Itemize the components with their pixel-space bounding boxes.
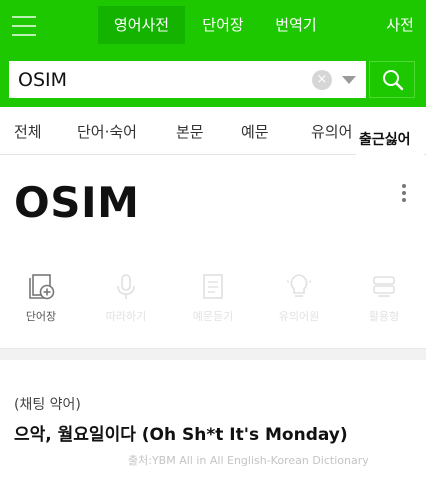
overlay-caption: 출근싫어 xyxy=(356,125,424,155)
category-tab-examples[interactable]: 예문 xyxy=(241,121,269,142)
tab-english-dictionary[interactable]: 영어사전 xyxy=(98,6,185,44)
tab-translator[interactable]: 번역기 xyxy=(267,6,325,44)
category-tab-synonyms[interactable]: 유의어 xyxy=(311,121,352,142)
search-input[interactable] xyxy=(9,61,299,98)
category-tab-all[interactable]: 전체 xyxy=(14,121,42,142)
repeat-after-button[interactable]: 따라하기 xyxy=(96,262,156,332)
document-icon xyxy=(203,274,223,299)
add-to-wordbook-button[interactable]: 단어장 xyxy=(11,262,71,332)
stack-icon xyxy=(373,276,395,297)
category-tab-body[interactable]: 본문 xyxy=(176,121,204,142)
add-to-wordbook-icon xyxy=(29,274,55,300)
dictionary-source[interactable]: 출처:YBM All in All English-Korean Diction… xyxy=(128,452,369,468)
top-navigation-bar: 영어사전 단어장 번역기 사전 xyxy=(0,0,426,52)
synonym-origin-button[interactable]: 유의어원 xyxy=(269,262,329,332)
action-label: 활용형 xyxy=(368,310,400,323)
entry-word: OSIM xyxy=(14,178,140,227)
hamburger-menu-icon[interactable] xyxy=(12,13,36,39)
section-divider xyxy=(0,348,426,360)
part-of-speech: (채팅 약어) xyxy=(14,397,81,413)
action-label: 유의어원 xyxy=(278,310,320,323)
microphone-icon xyxy=(117,274,135,299)
clear-icon[interactable]: × xyxy=(312,70,332,90)
search-bar: × xyxy=(0,52,426,107)
action-label: 단어장 xyxy=(25,310,57,323)
tab-wordbook[interactable]: 단어장 xyxy=(194,6,252,44)
entry-actions: 단어장 따라하기 예문듣기 유의어원 활용형 xyxy=(0,262,426,340)
action-label: 예문듣기 xyxy=(192,310,234,323)
listen-examples-button[interactable]: 예문듣기 xyxy=(183,262,243,332)
search-field-container: × xyxy=(9,61,366,98)
action-label: 따라하기 xyxy=(105,310,147,323)
category-tab-words-idioms[interactable]: 단어·숙어 xyxy=(77,121,137,142)
tab-dictionary[interactable]: 사전 xyxy=(380,6,420,44)
definition-text: 으악, 월요일이다 (Oh Sh*t It's Monday) xyxy=(14,425,348,445)
chevron-down-icon[interactable] xyxy=(342,76,356,84)
more-options-icon[interactable] xyxy=(398,182,410,204)
lightbulb-icon xyxy=(286,274,312,297)
inflection-button[interactable]: 활용형 xyxy=(354,262,414,332)
search-button[interactable] xyxy=(369,61,415,98)
search-icon xyxy=(383,70,404,91)
